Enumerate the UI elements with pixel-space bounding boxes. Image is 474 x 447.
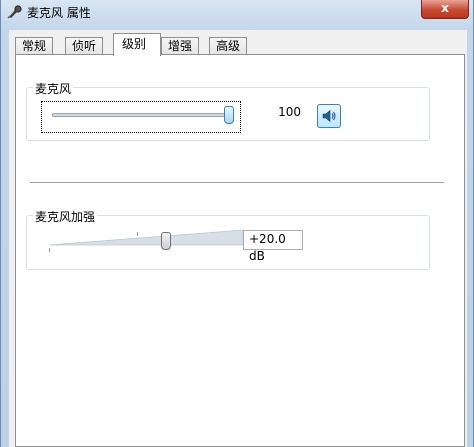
tab-enhancements[interactable]: 增强 xyxy=(161,37,200,55)
boost-slider-thumb[interactable] xyxy=(161,232,171,250)
mute-button[interactable] xyxy=(317,104,341,128)
microphone-level-value: 100 xyxy=(278,105,301,119)
boost-slider-wedge xyxy=(48,229,244,246)
microphone-slider-fill xyxy=(52,113,232,117)
close-button[interactable]: x xyxy=(421,0,469,19)
boost-tick xyxy=(137,232,138,236)
microphone-group: 麦克风 100 xyxy=(26,80,430,141)
levels-panel: 麦克风 100 麦克风加强 +20.0 dB xyxy=(15,54,465,447)
window-title: 麦克风 属性 xyxy=(27,6,91,20)
tab-advanced[interactable]: 高级 xyxy=(209,37,248,55)
speaker-icon xyxy=(322,109,336,123)
close-icon: x xyxy=(441,1,449,15)
boost-tick xyxy=(49,248,50,252)
microphone-boost-slider[interactable] xyxy=(47,228,247,254)
section-divider xyxy=(30,182,444,183)
tab-levels[interactable]: 级别 xyxy=(113,33,161,56)
microphone-app-icon xyxy=(7,5,22,19)
microphone-boost-group: 麦克风加强 +20.0 dB xyxy=(26,208,430,270)
microphone-level-slider[interactable] xyxy=(41,101,241,133)
microphone-slider-thumb[interactable] xyxy=(224,106,234,124)
boost-value-display: +20.0 dB xyxy=(243,230,303,263)
properties-window: 麦克风 属性 x 常规 侦听 级别 增强 高级 麦克风 100 麦克风加强 +2… xyxy=(0,0,474,447)
tab-listen[interactable]: 侦听 xyxy=(65,37,104,55)
tab-strip: 常规 侦听 级别 增强 高级 xyxy=(15,33,465,56)
microphone-boost-group-label: 麦克风加强 xyxy=(33,208,98,225)
microphone-group-label: 麦克风 xyxy=(33,80,74,97)
tab-general[interactable]: 常规 xyxy=(15,37,54,55)
title-bar[interactable]: 麦克风 属性 x xyxy=(1,0,474,24)
dialog-content: 常规 侦听 级别 增强 高级 麦克风 100 麦克风加强 +20.0 dB xyxy=(9,30,467,447)
